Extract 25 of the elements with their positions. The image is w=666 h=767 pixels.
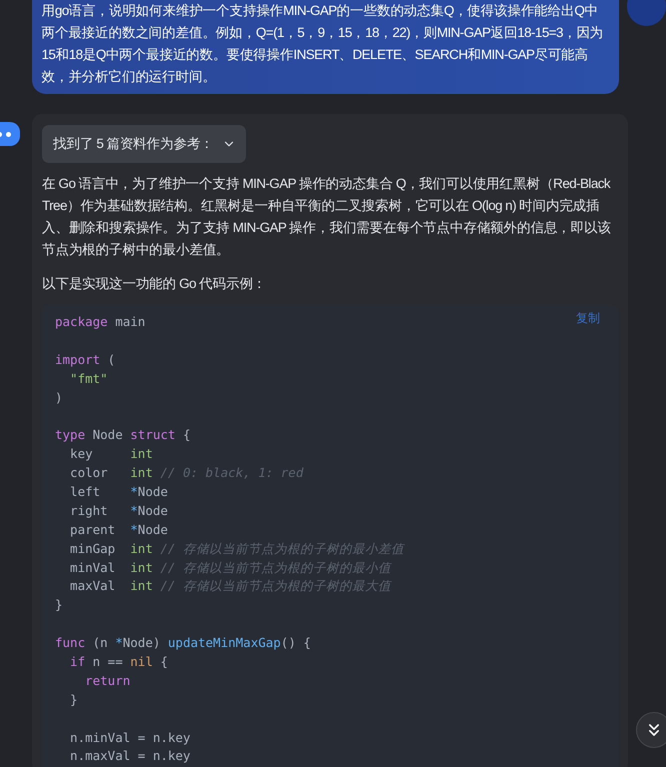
code-line: key int	[69, 445, 153, 464]
code-line: if n == nil {	[69, 653, 168, 672]
code-line: parent *Node	[69, 520, 168, 539]
code-line: )	[55, 388, 63, 407]
code-line: }	[55, 596, 63, 614]
code-line: color int // 0: black, 1: red	[69, 464, 304, 482]
code-line: right *Node	[69, 502, 168, 520]
code-line: import (	[55, 350, 116, 369]
answer-paragraph: 以下是实现这一功能的 Go 代码示例：	[42, 275, 268, 293]
sources-toggle[interactable]: 找到了 5 篇资料作为参考：	[42, 125, 246, 163]
code-line: n.minVal = n.key	[69, 728, 190, 747]
code-line: "fmt"	[69, 370, 108, 388]
answer-paragraph: 在 Go 语言中，为了维护一个支持 MIN-GAP 操作的动态集合 Q，我们可以使用红黑树（Red-Black Tree）作为基础数据结构。红黑树是一种自平衡的二叉搜索树，它可以在 O(log n) 时间内完成插入、删除和搜索操作。为了支持 MIN-GAP 操作，我们需要在每个节点中存储额外的信息，即以该节点为根的子树中的最小差值。	[42, 175, 612, 259]
code-line: left *Node	[69, 483, 168, 502]
scroll-down-button[interactable]	[636, 712, 666, 748]
code-line: }	[69, 690, 78, 709]
code-line: package main	[55, 313, 146, 331]
code-line: minVal int // 存储以当前节点为根的子树的最小值	[69, 558, 391, 577]
code-line: type Node struct {	[55, 426, 190, 444]
code-line: func (n *Node) updateMinMaxGap() {	[55, 634, 311, 652]
code-line: minGap int // 存储以当前节点为根的子树的最小差值	[69, 540, 404, 558]
user-message: 用go语言，说明如何来维护一个支持操作MIN-GAP的一些数的动态集Q，使得该操作能给出Q中两个最接近的数之间的差值。例如，Q=(1，5，9，15，18，22)，则MIN-GAP返回18-15=3，因为15和18是Q中两个最接近的数。要使得操作INSERT、DELETE、SEARCH和MIN-GAP尽可能高效，并分析它们的运行时间。	[42, 2, 604, 86]
code-line: maxVal int // 存储以当前节点为根的子树的最大值	[69, 577, 391, 596]
code-line: return	[84, 672, 130, 690]
code-line: n.maxVal = n.key	[69, 747, 190, 766]
